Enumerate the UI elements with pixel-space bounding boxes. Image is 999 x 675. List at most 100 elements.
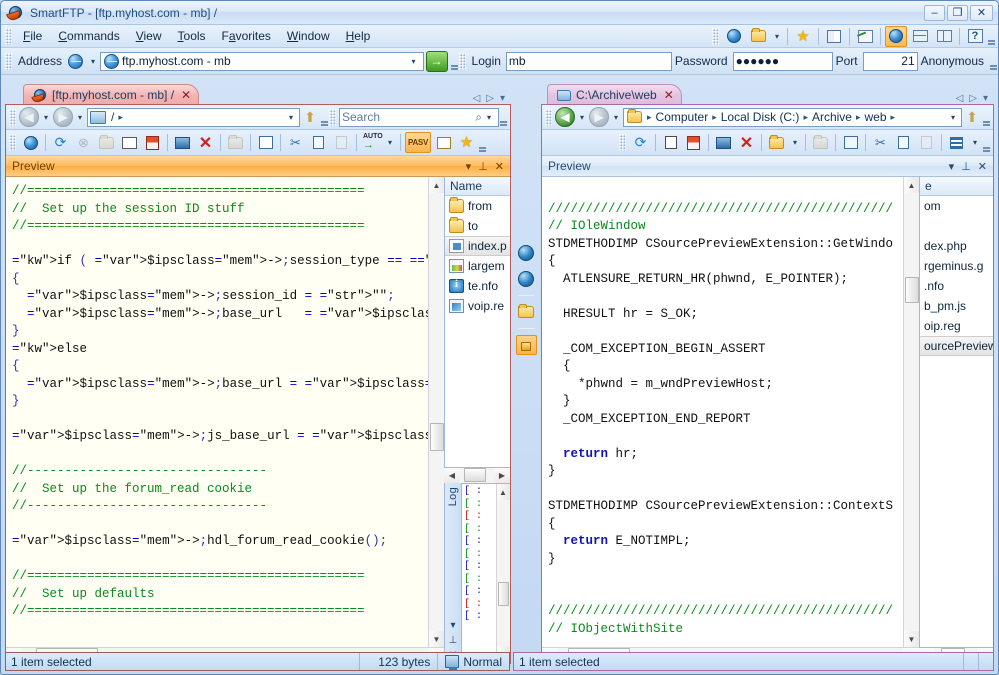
vscroll-track[interactable] xyxy=(903,193,919,631)
queue-icon[interactable] xyxy=(142,132,163,153)
copy-icon[interactable] xyxy=(308,132,329,153)
breadcrumb-local-disk[interactable]: Local Disk (C:) xyxy=(719,110,802,124)
address-grip[interactable] xyxy=(5,52,12,70)
tab-list-dropdown-icon[interactable]: ▾ xyxy=(983,93,988,104)
forward-button[interactable]: ▶ xyxy=(53,107,73,127)
paste-icon[interactable] xyxy=(331,132,352,153)
login-input[interactable]: mb xyxy=(505,51,672,71)
local-breadcrumb-bar[interactable]: ▸ Computer ▸ Local Disk (C:) ▸ Archive ▸… xyxy=(623,107,962,127)
upload-icon[interactable] xyxy=(660,132,681,153)
scroll-down-icon[interactable]: ▼ xyxy=(428,631,444,647)
vscroll-track[interactable] xyxy=(428,193,444,631)
protocol-dropdown-icon[interactable]: ▾ xyxy=(86,53,100,70)
delete-icon[interactable]: ✕ xyxy=(195,132,216,153)
delete-icon[interactable]: ✕ xyxy=(736,132,757,153)
back-button[interactable]: ◀ xyxy=(19,107,39,127)
local-nav-grip[interactable] xyxy=(545,108,552,126)
list-item[interactable]: rgeminus.g xyxy=(920,256,993,276)
upload-transfer-icon[interactable] xyxy=(516,269,537,289)
address-input[interactable]: ftp.myhost.com - mb ▾ xyxy=(100,51,424,71)
back-history-dropdown-icon[interactable]: ▾ xyxy=(575,109,589,126)
list-item[interactable]: .nfo xyxy=(920,276,993,296)
list-item[interactable]: from xyxy=(445,196,510,216)
scroll-down-icon[interactable]: ▼ xyxy=(903,631,919,647)
tile-horizontal-icon[interactable] xyxy=(909,26,931,47)
list-item[interactable]: index.p xyxy=(445,236,510,256)
log-vscrollbar[interactable]: ▲ ▼ xyxy=(496,484,510,662)
download-transfer-icon[interactable] xyxy=(516,243,537,263)
tab-local-folder[interactable]: C:\Archive\web ✕ xyxy=(547,84,682,104)
menu-commands[interactable]: Commands xyxy=(50,27,127,45)
search-input[interactable]: Search ⌕ ▾ xyxy=(339,107,499,127)
new-remote-browser-icon[interactable] xyxy=(723,26,745,47)
remote-preview-pin-icon[interactable]: ⊥ xyxy=(478,160,488,173)
back-history-dropdown-icon[interactable]: ▾ xyxy=(39,109,53,126)
local-code-vscrollbar[interactable]: ▲ ▼ xyxy=(903,177,919,647)
open-folder-icon[interactable] xyxy=(747,26,769,47)
edit-icon[interactable] xyxy=(255,132,276,153)
help-icon[interactable]: ? xyxy=(964,26,986,47)
favorite-add-icon[interactable]: ★ xyxy=(456,132,477,153)
list-item[interactable]: te.nfo xyxy=(445,276,510,296)
menu-grip[interactable] xyxy=(5,27,12,45)
console-icon[interactable] xyxy=(713,132,734,153)
refresh-icon[interactable]: ⟳ xyxy=(630,132,651,153)
port-input[interactable]: 21 xyxy=(862,51,918,71)
search-overflow-icon[interactable] xyxy=(499,107,508,127)
tab-scroll-left-icon[interactable]: ◁ xyxy=(473,93,481,104)
remote-path-root[interactable]: / xyxy=(109,110,116,124)
search-icon[interactable]: ⌕ xyxy=(475,110,482,125)
password-input[interactable]: ●●●●●● xyxy=(732,51,833,71)
transfer-mode-dropdown-icon[interactable]: ▾ xyxy=(383,134,397,151)
protocol-icon[interactable] xyxy=(68,53,84,69)
view-mode-icon[interactable] xyxy=(946,132,967,153)
menu-window[interactable]: Window xyxy=(279,27,338,45)
properties-icon[interactable] xyxy=(840,132,861,153)
maximize-button[interactable]: ❒ xyxy=(947,4,968,21)
local-tools-overflow-icon[interactable] xyxy=(982,133,991,153)
tab-scroll-right-icon[interactable]: ▷ xyxy=(969,93,977,104)
forward-button[interactable]: ▶ xyxy=(589,107,609,127)
stop-icon[interactable]: ⊗ xyxy=(73,132,94,153)
address-book-icon[interactable] xyxy=(823,26,845,47)
anonymous-label[interactable]: Anonymous xyxy=(918,54,989,68)
folder-sync-icon[interactable] xyxy=(516,302,537,322)
vscroll-thumb[interactable] xyxy=(429,423,444,451)
remote-preview-close-icon[interactable]: ✕ xyxy=(495,160,504,173)
local-tools-grip[interactable] xyxy=(619,134,626,151)
tile-vertical-icon[interactable] xyxy=(933,26,955,47)
local-preview-pin-icon[interactable]: ⊥ xyxy=(961,160,971,173)
menu-tools[interactable]: Tools xyxy=(170,27,214,45)
up-one-level-button[interactable]: ⬆ xyxy=(962,107,982,127)
close-button[interactable]: ✕ xyxy=(970,4,993,21)
breadcrumb-web[interactable]: web xyxy=(863,110,889,124)
remote-tools-grip[interactable] xyxy=(9,134,16,151)
breadcrumb-computer[interactable]: Computer xyxy=(654,110,711,124)
forward-history-dropdown-icon[interactable]: ▾ xyxy=(73,109,87,126)
scroll-up-icon[interactable]: ▲ xyxy=(428,177,444,193)
tab-remote-close-icon[interactable]: ✕ xyxy=(181,88,191,102)
new-folder-icon[interactable] xyxy=(172,132,193,153)
remote-file-list[interactable]: Name from to index.p largem te.nfo voip.re xyxy=(444,177,510,467)
menu-favorites[interactable]: Favorites xyxy=(214,27,279,45)
remote-path-bar[interactable]: / ▸ ▾ xyxy=(87,107,300,127)
log-tab[interactable]: Log ▾ ⊥ ✕ xyxy=(445,483,461,663)
paste-icon[interactable] xyxy=(916,132,937,153)
connect-icon[interactable] xyxy=(20,132,41,153)
secure-lock-icon[interactable] xyxy=(515,335,537,355)
toolbar-grip[interactable] xyxy=(712,27,719,45)
pasv-toggle[interactable]: PASV xyxy=(405,132,431,153)
scroll-right-icon[interactable]: ▶ xyxy=(494,467,510,484)
local-preview-menu-icon[interactable]: ▾ xyxy=(949,160,955,173)
remote-code-vscrollbar[interactable]: ▲ ▼ xyxy=(428,177,444,647)
new-folder-icon[interactable] xyxy=(766,132,787,153)
remote-path-dropdown-icon[interactable]: ▾ xyxy=(284,109,298,126)
remote-file-list-hscrollbar[interactable]: ◀ ▶ xyxy=(444,467,510,484)
queue-icon[interactable] xyxy=(683,132,704,153)
forward-history-dropdown-icon[interactable]: ▾ xyxy=(609,109,623,126)
tab-scroll-left-icon[interactable]: ◁ xyxy=(956,93,964,104)
log-pin-icon[interactable]: ⊥ xyxy=(449,635,458,646)
remote-preview-menu-icon[interactable]: ▾ xyxy=(466,160,472,173)
address-overflow-icon[interactable] xyxy=(450,51,459,71)
list-item[interactable]: largem xyxy=(445,256,510,276)
